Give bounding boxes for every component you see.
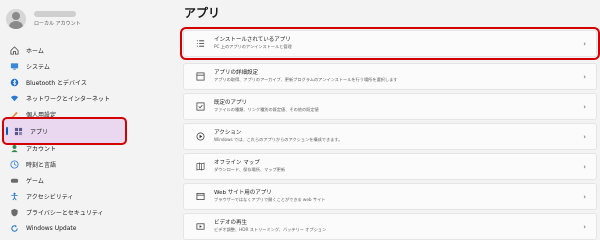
sidebar-item-privacy[interactable]: プライバシーとセキュリティ <box>6 205 158 219</box>
apps-icon <box>12 125 24 137</box>
card-title: ビデオの再生 <box>214 220 248 226</box>
bluetooth-icon <box>8 76 20 88</box>
sidebar-item-system[interactable]: システム <box>6 59 158 73</box>
gaming-icon <box>8 174 20 186</box>
default-apps-card[interactable]: 既定のアプリ ファイルの種類、リンク種別の既定値、その他の既定値 › <box>183 93 597 120</box>
list-icon <box>194 39 206 48</box>
app-settings-icon <box>194 72 206 81</box>
sidebar-item-label: ゲーム <box>26 177 44 185</box>
sidebar-item-label: システム <box>26 63 50 71</box>
selection-indicator <box>6 127 8 135</box>
sidebar-item-label: プライバシーとセキュリティ <box>26 209 104 217</box>
web-apps-icon <box>194 192 206 201</box>
apps-for-websites-card[interactable]: Web サイト用のアプリ ブラウザーではなくアプリで開くことができる web サ… <box>183 183 597 210</box>
advanced-app-settings-card[interactable]: アプリの詳細設定 アプリの取得、アプリのアーカイブ、更新プログラムのアンインスト… <box>183 63 597 90</box>
account-name-redacted <box>34 11 76 17</box>
sidebar-item-label: Windows Update <box>26 224 77 232</box>
sidebar-item-time-language[interactable]: 時刻と言語 <box>6 157 158 171</box>
card-title: インストールされているアプリ <box>214 37 291 43</box>
sidebar-item-label: 時刻と言語 <box>26 161 57 169</box>
chevron-right-icon: › <box>583 163 586 171</box>
system-icon <box>8 60 20 72</box>
sidebar-item-label: ホーム <box>26 47 44 55</box>
card-subtitle: PC 上のアプリのアンインストールと管理 <box>214 44 292 49</box>
sidebar-item-label: アカウント <box>26 145 57 153</box>
action-icon <box>194 132 206 141</box>
sidebar-item-accessibility[interactable]: アクセシビリティ <box>6 189 158 203</box>
video-icon <box>194 222 206 231</box>
home-icon <box>8 44 20 56</box>
sidebar-item-label: Bluetooth とデバイス <box>26 79 87 87</box>
privacy-icon <box>8 206 20 218</box>
account-header[interactable]: ローカル アカウント <box>6 6 81 32</box>
accessibility-icon <box>8 190 20 202</box>
sidebar-item-accounts[interactable]: アカウント <box>6 141 158 155</box>
page-title: アプリ <box>184 6 221 20</box>
sidebar-item-home[interactable]: ホーム <box>6 43 158 57</box>
chevron-right-icon: › <box>583 73 586 81</box>
account-icon <box>8 142 20 154</box>
card-subtitle: ブラウザーではなくアプリで開くことができる web サイト <box>214 197 326 202</box>
chevron-right-icon: › <box>583 223 586 231</box>
sidebar-item-label: 個人用設定 <box>26 111 57 119</box>
network-icon <box>8 92 20 104</box>
actions-card[interactable]: アクション Windows では、これらのアプリからのアクションを構成できます。… <box>183 123 597 150</box>
time-language-icon <box>8 158 20 170</box>
chevron-right-icon: › <box>583 40 586 48</box>
windows-update-icon <box>8 222 20 234</box>
card-title: Web サイト用のアプリ <box>214 190 272 196</box>
sidebar-item-label: ネットワークとインターネット <box>26 95 111 103</box>
map-icon <box>194 162 206 171</box>
sidebar-item-label: アクセシビリティ <box>26 193 74 201</box>
sidebar-item-label: アプリ <box>30 128 49 136</box>
sidebar-item-network[interactable]: ネットワークとインターネット <box>6 91 158 105</box>
sidebar: ローカル アカウント ホーム システム Bluetooth とデバイス ネットワ… <box>0 0 170 240</box>
chevron-right-icon: › <box>583 103 586 111</box>
chevron-right-icon: › <box>583 193 586 201</box>
installed-apps-card[interactable]: インストールされているアプリ PC 上のアプリのアンインストールと管理 › <box>180 27 600 60</box>
card-title: アクション <box>214 130 242 136</box>
card-subtitle: ビデオ調整、HDR ストリーミング、バッテリー オプション <box>214 227 327 232</box>
card-title: アプリの詳細設定 <box>214 70 259 76</box>
sidebar-item-apps[interactable]: アプリ <box>2 117 127 145</box>
avatar <box>6 9 26 29</box>
card-subtitle: ダウンロード、保存場所、マップ更新 <box>214 167 286 172</box>
offline-maps-card[interactable]: オフライン マップ ダウンロード、保存場所、マップ更新 › <box>183 153 597 180</box>
sidebar-item-windows-update[interactable]: Windows Update <box>6 221 158 235</box>
card-subtitle: Windows では、これらのアプリからのアクションを構成できます。 <box>214 137 343 142</box>
account-type: ローカル アカウント <box>34 21 81 27</box>
video-playback-card[interactable]: ビデオの再生 ビデオ調整、HDR ストリーミング、バッテリー オプション › <box>183 213 597 240</box>
sidebar-item-gaming[interactable]: ゲーム <box>6 173 158 187</box>
sidebar-item-bluetooth[interactable]: Bluetooth とデバイス <box>6 75 158 89</box>
card-title: オフライン マップ <box>214 160 260 166</box>
card-subtitle: ファイルの種類、リンク種別の既定値、その他の既定値 <box>214 107 319 112</box>
card-subtitle: アプリの取得、アプリのアーカイブ、更新プログラムのアンインストールを行う場所を選… <box>214 77 398 82</box>
default-apps-icon <box>194 102 206 111</box>
chevron-right-icon: › <box>583 133 586 141</box>
card-title: 既定のアプリ <box>214 100 248 106</box>
